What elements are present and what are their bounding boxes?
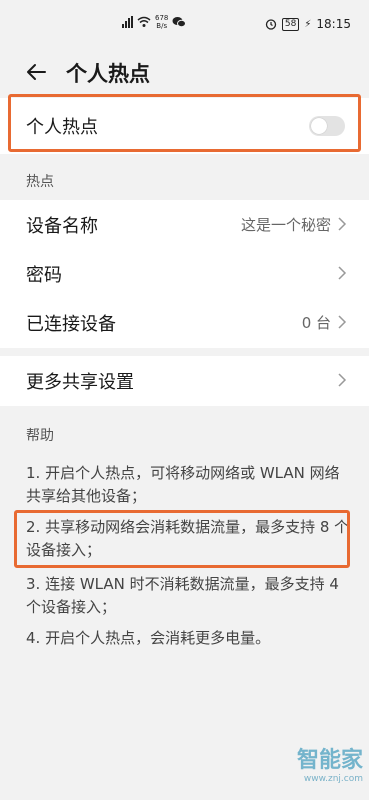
connected-devices-value: 0 台 <box>301 314 331 332</box>
help-line-4: 4. 开启个人热点，会消耗更多电量。 <box>26 629 271 647</box>
battery-level: 58 <box>284 18 297 29</box>
wechat-icon <box>172 17 187 28</box>
status-bar: 678 B/s 58 ⚡ 18:15 <box>0 0 369 48</box>
device-name-value: 这是一个秘密 <box>240 216 331 234</box>
watermark: 智能家 www.znj.com <box>297 742 363 784</box>
chevron-right-icon <box>338 217 347 231</box>
section-title-hotspot: 热点 <box>26 174 54 190</box>
row-password[interactable]: 密码 <box>0 249 369 297</box>
battery-icon: 58 <box>281 17 300 31</box>
watermark-logo: 智能家 <box>296 748 363 773</box>
watermark-url: www.znj.com <box>303 774 363 784</box>
net-speed-unit: B/s <box>156 22 168 30</box>
net-speed-value: 678 <box>155 14 169 22</box>
more-sharing-label: 更多共享设置 <box>26 372 134 393</box>
highlight-box-help <box>14 510 350 568</box>
row-connected-devices[interactable]: 已连接设备 0 台 <box>0 298 369 346</box>
net-speed: 678 B/s <box>155 14 168 30</box>
back-arrow-icon[interactable] <box>24 60 48 84</box>
page-title: 个人热点 <box>66 62 150 86</box>
highlight-box-toggle <box>8 94 361 152</box>
signal-icon <box>122 16 133 28</box>
device-name-label: 设备名称 <box>26 216 98 237</box>
connected-devices-label: 已连接设备 <box>26 314 116 335</box>
hotspot-settings-card: 设备名称 这是一个秘密 密码 已连接设备 0 台 <box>0 200 369 348</box>
row-device-name[interactable]: 设备名称 这是一个秘密 <box>0 200 369 248</box>
charging-icon: ⚡ <box>304 18 312 30</box>
password-label: 密码 <box>26 265 62 286</box>
help-line-3: 3. 连接 WLAN 时不消耗数据流量，最多支持 4 个设备接入； <box>26 575 339 616</box>
help-line-1: 1. 开启个人热点，可将移动网络或 WLAN 网络共享给其他设备； <box>26 464 340 505</box>
chevron-right-icon <box>338 315 347 329</box>
status-right: 58 ⚡ 18:15 <box>265 17 351 31</box>
clock: 18:15 <box>316 17 351 31</box>
chevron-right-icon <box>338 266 347 280</box>
alarm-icon <box>265 19 277 30</box>
row-more-sharing[interactable]: 更多共享设置 <box>0 356 369 406</box>
status-indicators: 678 B/s <box>122 14 187 30</box>
chevron-right-icon <box>338 373 347 387</box>
section-title-help: 帮助 <box>26 428 54 444</box>
app-header: 个人热点 <box>0 48 369 98</box>
more-settings-card: 更多共享设置 <box>0 356 369 406</box>
wifi-icon <box>137 16 151 27</box>
